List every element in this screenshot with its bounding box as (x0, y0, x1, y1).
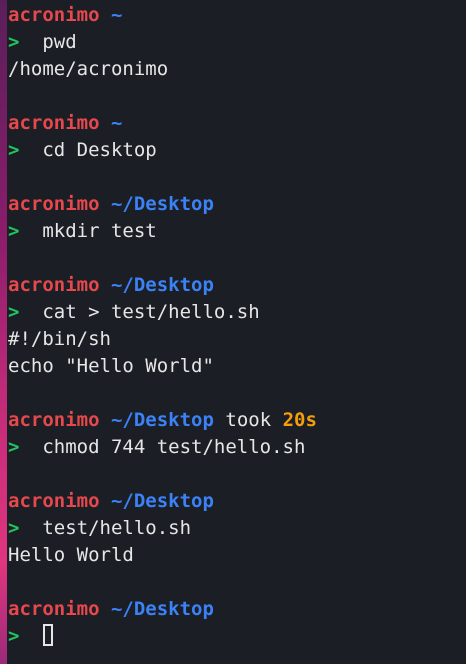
prompt-arrow-icon: > (8, 436, 20, 458)
current-directory: ~ (110, 4, 123, 26)
command-text: chmod 744 test/hello.sh (42, 436, 306, 458)
prompt-header: acronimo ~/Desktop (8, 488, 466, 515)
command-text: cd Desktop (42, 139, 157, 161)
command-text: pwd (42, 31, 77, 53)
command-output: /home/acronimo (8, 58, 169, 80)
command-output: #!/bin/sh (8, 328, 111, 350)
prompt-header: acronimo ~ (8, 110, 466, 137)
username: acronimo (8, 409, 100, 431)
terminal-window[interactable]: acronimo ~ > pwd /home/acronimo acronimo… (0, 0, 466, 664)
command-line: > chmod 744 test/hello.sh (8, 434, 466, 461)
command-line: > cd Desktop (8, 137, 466, 164)
command-output: echo "Hello World" (8, 355, 214, 377)
username: acronimo (8, 274, 100, 296)
current-directory: ~/Desktop (110, 490, 214, 512)
prompt-header: acronimo ~/Desktop (8, 272, 466, 299)
prompt-arrow-icon: > (8, 31, 20, 53)
prompt-header: acronimo ~/Desktop took 20s (8, 407, 466, 434)
prompt-arrow-icon: > (8, 139, 20, 161)
command-line: > test/hello.sh (8, 515, 466, 542)
command-output: Hello World (8, 544, 134, 566)
username: acronimo (8, 112, 100, 134)
current-directory: ~/Desktop (110, 193, 214, 215)
prompt-arrow-icon: > (8, 301, 20, 323)
text-cursor-icon (43, 624, 54, 646)
command-duration: 20s (282, 409, 317, 431)
prompt-header: acronimo ~/Desktop (8, 596, 466, 623)
current-directory: ~/Desktop (110, 274, 214, 296)
command-text: mkdir test (42, 220, 157, 242)
username: acronimo (8, 598, 100, 620)
username: acronimo (8, 193, 100, 215)
username: acronimo (8, 4, 100, 26)
command-line: > pwd (8, 29, 466, 56)
command-text: test/hello.sh (42, 517, 192, 539)
prompt-arrow-icon: > (8, 220, 20, 242)
prompt-header: acronimo ~ (8, 2, 466, 29)
command-line: > cat > test/hello.sh (8, 299, 466, 326)
command-text: cat > test/hello.sh (42, 301, 260, 323)
prompt-arrow-icon: > (8, 625, 20, 647)
prompt-header: acronimo ~/Desktop (8, 191, 466, 218)
current-directory: ~ (110, 112, 123, 134)
username: acronimo (8, 490, 100, 512)
current-directory: ~/Desktop (110, 598, 214, 620)
active-command-line[interactable]: > (8, 623, 466, 650)
prompt-arrow-icon: > (8, 517, 20, 539)
current-directory: ~/Desktop (110, 409, 214, 431)
command-line: > mkdir test (8, 218, 466, 245)
took-label: took (225, 409, 272, 431)
